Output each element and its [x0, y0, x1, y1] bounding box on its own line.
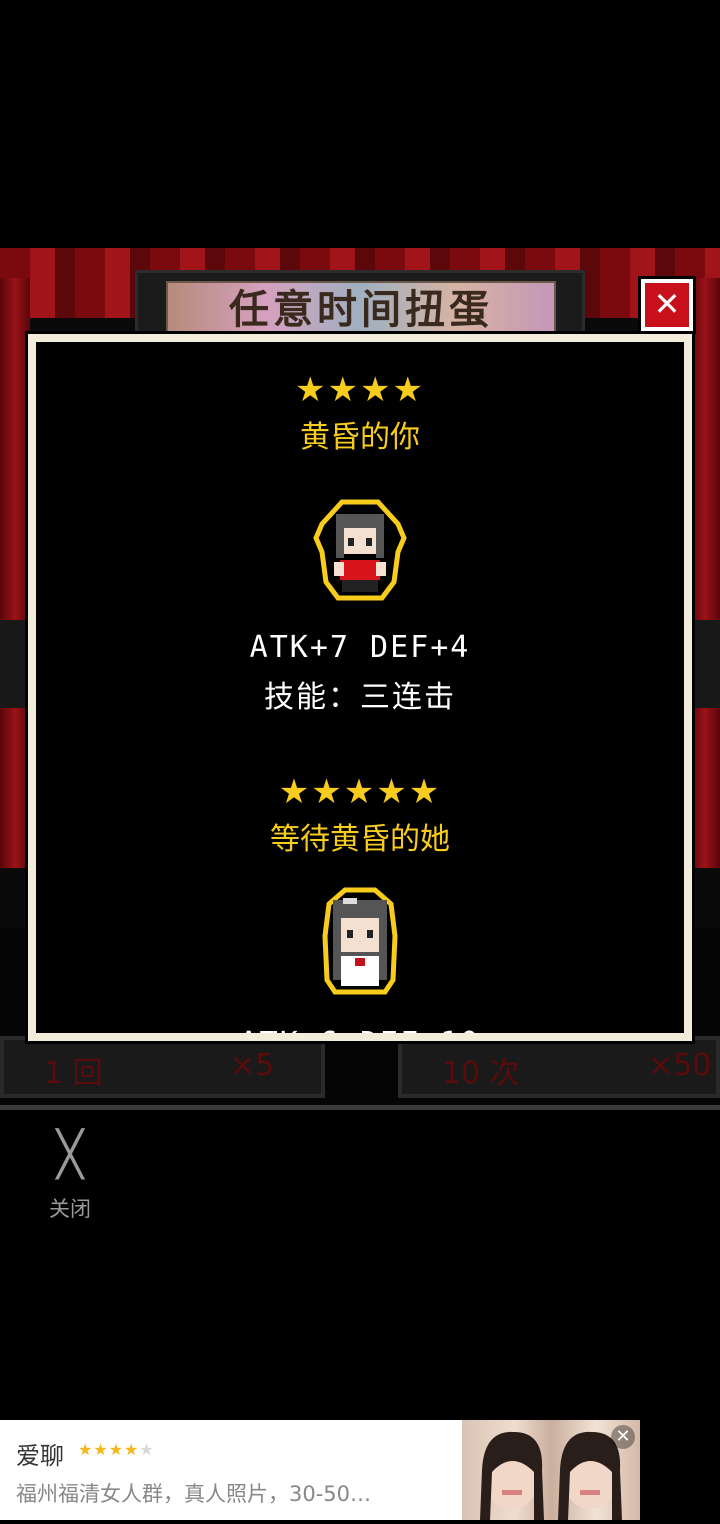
- reward-dialog: ★★★★ 黄昏的你 ATK+7 DEF+4 技能：三连击 ★★★★★ 等待黄昏的…: [25, 331, 695, 1044]
- ad-banner[interactable]: 爱聊 ★★★★★ 福州福清女人群，真人照片，30-50…: [0, 1420, 640, 1520]
- ad-rating-stars: ★★★★★: [78, 1440, 155, 1459]
- ten-pull-cost: ×50: [648, 1048, 712, 1083]
- ad-rating-empty: ★: [139, 1440, 155, 1459]
- character-name: 等待黄昏的她: [270, 822, 450, 857]
- ad-close-button[interactable]: ✕: [611, 1425, 635, 1449]
- close-icon: ✕: [653, 285, 681, 323]
- rarity-stars: ★★★★: [295, 370, 425, 410]
- reward-list[interactable]: ★★★★ 黄昏的你 ATK+7 DEF+4 技能：三连击 ★★★★★ 等待黄昏的…: [36, 342, 684, 1033]
- single-pull-count: 1 回: [44, 1056, 103, 1091]
- close-label: 关闭: [49, 1197, 91, 1221]
- ten-pull-button[interactable]: 10 次 ×50: [398, 1036, 720, 1098]
- ten-pull-count: 10 次: [442, 1056, 520, 1091]
- ad-title: 爱聊: [16, 1442, 64, 1470]
- character-stats: ATK+6 DEF+10: [36, 1024, 684, 1033]
- single-pull-cost: ×5: [230, 1048, 275, 1083]
- ad-description: 福州福清女人群，真人照片，30-50…: [16, 1482, 372, 1506]
- reward-entry: ★★★★ 黄昏的你 ATK+7 DEF+4 技能：三连击: [36, 370, 684, 718]
- character-stats: ATK+7 DEF+4: [249, 630, 471, 665]
- character-skill: 技能：三连击: [264, 680, 456, 715]
- gacha-sign: 任意时间扭蛋: [135, 270, 585, 338]
- girl-portrait-icon: [312, 498, 408, 608]
- close-icon: ✕: [615, 1426, 631, 1447]
- rarity-stars: ★★★★★: [278, 772, 442, 812]
- gacha-sign-title: 任意时间扭蛋: [166, 281, 556, 336]
- single-pull-button[interactable]: 1 回 ×5: [0, 1036, 325, 1098]
- stage-divider: [0, 1105, 720, 1110]
- close-dialog-button[interactable]: ✕: [638, 276, 696, 334]
- girl-portrait-icon: [315, 886, 405, 998]
- ad-rating-filled: ★★★★: [78, 1440, 140, 1459]
- character-name: 黄昏的你: [300, 420, 420, 455]
- close-icon: ╳: [56, 1129, 84, 1180]
- close-overlay-button[interactable]: ╳ 关闭: [40, 1129, 100, 1223]
- reward-entry: ★★★★★ 等待黄昏的她 ATK+6 DEF+10: [36, 772, 684, 1033]
